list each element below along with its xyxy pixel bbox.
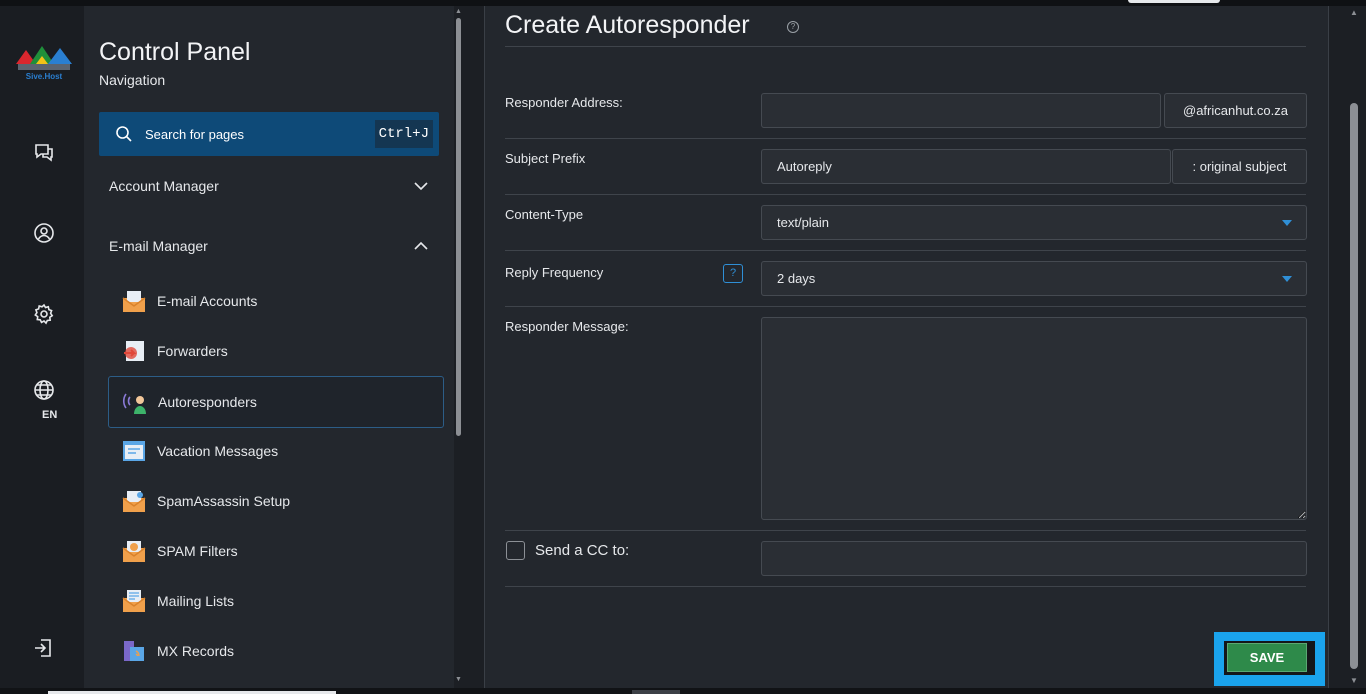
logout-icon[interactable] xyxy=(22,626,66,670)
autoresponder-form: Create Autoresponder ? Responder Address… xyxy=(484,6,1329,688)
sidebar-item-forwarders[interactable]: Forwarders xyxy=(108,326,442,376)
help-icon[interactable]: ? xyxy=(787,21,799,33)
divider xyxy=(505,46,1306,47)
divider xyxy=(505,530,1306,531)
sidebar-item-label: E-mail Accounts xyxy=(157,293,258,309)
window-bottom-bar xyxy=(0,688,1366,694)
divider xyxy=(505,138,1306,139)
divider xyxy=(505,306,1306,307)
main-scrollbar[interactable] xyxy=(1350,103,1358,669)
reply-frequency-label: Reply Frequency xyxy=(505,265,604,280)
sidebar-item-label: Forwarders xyxy=(157,343,228,359)
section-label: Account Manager xyxy=(109,178,219,194)
responder-address-label: Responder Address: xyxy=(505,95,623,110)
chevron-down-icon xyxy=(414,182,428,191)
gear-icon[interactable] xyxy=(22,292,66,336)
content-type-value: text/plain xyxy=(777,215,830,230)
subject-suffix-addon: : original subject xyxy=(1172,149,1307,184)
sidebar-item-spamassassin-setup[interactable]: SpamAssassin Setup xyxy=(108,476,442,526)
divider xyxy=(505,194,1306,195)
reply-frequency-help-button[interactable]: ? xyxy=(723,264,743,283)
top-tab-indicator xyxy=(1128,0,1220,3)
sidebar-item-label: Mailing Lists xyxy=(157,593,235,609)
chevron-up-icon xyxy=(414,241,428,250)
section-label: E-mail Manager xyxy=(109,238,208,254)
send-cc-label: Send a CC to: xyxy=(535,542,630,559)
sidebar-item-autoresponders[interactable]: Autoresponders xyxy=(108,376,444,428)
language-switcher[interactable]: EN xyxy=(22,378,66,421)
save-highlight: SAVE xyxy=(1214,632,1325,686)
main-scroll-down[interactable]: ▼ xyxy=(1350,676,1358,685)
sidebar-item-vacation-messages[interactable]: Vacation Messages xyxy=(108,426,442,476)
section-account-manager[interactable]: Account Manager xyxy=(99,166,439,206)
sidebar-item-label: Vacation Messages xyxy=(157,443,279,459)
content-type-select[interactable]: text/plain xyxy=(761,205,1307,240)
sidebar-item-mailing-lists[interactable]: Mailing Lists xyxy=(108,576,442,626)
svg-text:Sive.Host: Sive.Host xyxy=(26,72,63,81)
sidebar-item-mx-records[interactable]: MX Records xyxy=(108,626,442,676)
chat-icon[interactable] xyxy=(22,130,66,174)
save-button-frame: SAVE xyxy=(1224,641,1315,675)
reply-frequency-select[interactable]: 2 days xyxy=(761,261,1307,296)
sidebar-item-spam-filters[interactable]: SPAM Filters xyxy=(108,526,442,576)
search-pages-button[interactable]: Search for pages Ctrl+J xyxy=(99,112,439,156)
responder-message-label: Responder Message: xyxy=(505,319,629,334)
subject-prefix-input[interactable] xyxy=(761,149,1171,184)
caret-down-icon xyxy=(1282,276,1292,282)
send-cc-input[interactable] xyxy=(761,541,1307,576)
mx-records-icon xyxy=(124,641,144,661)
save-button[interactable]: SAVE xyxy=(1227,643,1307,672)
nav-scroll-up[interactable]: ▲ xyxy=(455,8,462,15)
main-scroll-up[interactable]: ▲ xyxy=(1350,8,1358,17)
responder-message-textarea[interactable] xyxy=(761,317,1307,520)
sidebar-item-label: SPAM Filters xyxy=(157,543,238,559)
sidebar-item-label: SpamAssassin Setup xyxy=(157,493,291,509)
vacation-messages-icon xyxy=(123,441,145,461)
reply-frequency-value: 2 days xyxy=(777,271,816,286)
divider xyxy=(505,250,1306,251)
sidebar-item-email-accounts[interactable]: E-mail Accounts xyxy=(108,276,442,326)
bottom-handle[interactable] xyxy=(632,690,680,694)
page-title: Create Autoresponder xyxy=(505,11,750,39)
search-placeholder: Search for pages xyxy=(145,126,245,142)
section-email-manager[interactable]: E-mail Manager xyxy=(99,226,439,266)
forwarders-icon xyxy=(124,341,144,361)
language-label: EN xyxy=(42,409,58,421)
nav-scrollbar[interactable] xyxy=(456,18,461,436)
subject-prefix-label: Subject Prefix xyxy=(505,151,586,166)
sidebar-item-label: MX Records xyxy=(157,643,235,659)
sidebar-item-label: Autoresponders xyxy=(158,394,257,410)
spam-filters-icon xyxy=(122,541,146,562)
globe-icon xyxy=(34,380,54,400)
panel-title: Control Panel xyxy=(99,38,251,66)
content-type-label: Content-Type xyxy=(505,207,584,222)
send-cc-checkbox[interactable] xyxy=(506,541,525,560)
autoresponders-icon xyxy=(122,393,146,414)
search-shortcut: Ctrl+J xyxy=(374,120,433,148)
responder-address-input[interactable] xyxy=(761,93,1161,128)
brand-logo[interactable]: Sive.Host xyxy=(12,40,76,86)
domain-addon: @africanhut.co.za xyxy=(1164,93,1307,128)
email-accounts-icon xyxy=(122,291,146,312)
caret-down-icon xyxy=(1282,220,1292,226)
mailing-lists-icon xyxy=(122,590,146,612)
search-icon xyxy=(116,126,132,142)
spamassassin-icon xyxy=(122,491,146,512)
navigation-panel: Control Panel Navigation Search for page… xyxy=(84,6,454,688)
panel-subtitle: Navigation xyxy=(99,72,166,88)
divider xyxy=(505,586,1306,587)
user-icon[interactable] xyxy=(22,211,66,255)
icon-rail: Sive.Host EN xyxy=(0,6,84,688)
nav-scroll-down[interactable]: ▼ xyxy=(455,676,462,683)
